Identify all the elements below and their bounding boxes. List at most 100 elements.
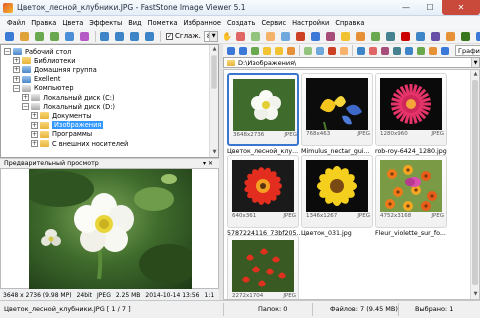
tree-item[interactable]: + Локальный диск (C:) <box>22 93 115 102</box>
chevron-down-icon[interactable]: ▼ <box>471 58 479 67</box>
expand-icon[interactable]: + <box>22 94 29 101</box>
browser-tool-button[interactable] <box>273 46 284 56</box>
chevron-down-icon[interactable]: ▼ <box>209 31 218 41</box>
browser-tool-button[interactable] <box>225 46 236 56</box>
collapse-icon[interactable]: − <box>4 48 11 55</box>
scroll-thumb[interactable] <box>472 80 478 285</box>
toolbar-tool-button[interactable] <box>143 30 156 42</box>
menu-item[interactable]: Справка <box>332 19 367 27</box>
toolbar-tool-button[interactable] <box>309 30 322 42</box>
toolbar-tool-button[interactable] <box>384 30 397 42</box>
scroll-up-icon[interactable]: ▲ <box>211 46 218 53</box>
tree-scrollbar[interactable]: ▲ ▼ <box>209 45 218 157</box>
browser-scrollbar[interactable]: ▲ ▼ <box>470 70 479 299</box>
browser-tool-button[interactable] <box>415 46 426 56</box>
browser-tool-button[interactable] <box>285 46 296 56</box>
zoom-select[interactable]: 8% ▼ <box>203 30 219 42</box>
view-mode-select[interactable]: Графика ▼ <box>455 45 480 56</box>
thumbnail[interactable]: 640x361 JPEG <box>227 155 299 228</box>
toolbar-tool-button[interactable] <box>459 30 472 42</box>
toolbar-tool-button[interactable] <box>429 30 442 42</box>
tree-item[interactable]: + Библиотеки <box>13 56 76 65</box>
thumbnail[interactable]: 3648x2736 JPEG <box>227 73 299 146</box>
toolbar-tool-button[interactable] <box>48 30 61 42</box>
maximize-button[interactable]: ☐ <box>418 0 442 15</box>
browser-tool-button[interactable] <box>391 46 402 56</box>
menu-item[interactable]: Создать <box>224 19 258 27</box>
toolbar-tool-button[interactable] <box>3 30 16 42</box>
close-button[interactable]: ✕ <box>442 0 480 15</box>
browser-tool-button[interactable] <box>326 46 337 56</box>
toolbar-tool-button[interactable] <box>369 30 382 42</box>
expand-icon[interactable]: + <box>31 130 38 138</box>
menu-item[interactable]: Цвета <box>59 19 86 27</box>
hand-tool-button[interactable]: ✋ <box>222 30 232 42</box>
scroll-thumb[interactable] <box>211 55 217 89</box>
browser-tool-button[interactable] <box>439 46 450 56</box>
thumbnail[interactable]: 1280x960 JPEG <box>375 73 447 146</box>
toolbar-tool-button[interactable] <box>249 30 262 42</box>
preview-pin-icon[interactable]: ▾ ✕ <box>203 160 213 167</box>
toolbar-tool-button[interactable] <box>294 30 307 42</box>
thumbnail[interactable]: 4752x3168 JPEG <box>375 155 447 228</box>
tree-item[interactable]: − Рабочий стол <box>4 47 71 56</box>
expand-icon[interactable]: + <box>13 57 20 65</box>
scroll-down-icon[interactable]: ▼ <box>472 291 479 298</box>
toolbar-tool-button[interactable] <box>414 30 427 42</box>
expand-icon[interactable]: + <box>31 140 38 147</box>
tree-item[interactable]: + С внешних носителей <box>31 139 128 148</box>
browser-tool-button[interactable] <box>237 46 248 56</box>
browser-tool-button[interactable] <box>403 46 414 56</box>
thumbnail[interactable]: 768x463 JPEG <box>301 73 373 146</box>
tree-item[interactable]: + Домашняя группа <box>13 65 97 74</box>
menu-item[interactable]: Настройки <box>289 19 332 27</box>
toolbar-tool-button[interactable] <box>474 30 480 42</box>
browser-tool-button[interactable] <box>367 46 378 56</box>
menu-item[interactable]: Файл <box>4 19 28 27</box>
menu-item[interactable]: Правка <box>28 19 59 27</box>
toolbar-tool-button[interactable] <box>339 30 352 42</box>
tree-item[interactable]: + Изображения <box>31 121 104 130</box>
minimize-button[interactable]: — <box>394 0 418 15</box>
thumbnail[interactable]: 2272x1704 JPEG <box>227 235 299 299</box>
browser-tool-button[interactable] <box>249 46 260 56</box>
tree-item[interactable]: − Локальный диск (D:) <box>22 102 115 111</box>
toolbar-tool-button[interactable] <box>98 30 111 42</box>
smooth-checkbox[interactable]: ✓ Сглаж. <box>166 32 201 40</box>
smooth-check-box[interactable]: ✓ <box>166 32 173 40</box>
toolbar-tool-button[interactable] <box>78 30 91 42</box>
menu-item[interactable]: Вид <box>125 19 144 27</box>
menu-item[interactable]: Эффекты <box>86 19 125 27</box>
browser-tool-button[interactable] <box>427 46 438 56</box>
menu-item[interactable]: Сервис <box>258 19 289 27</box>
menu-item[interactable]: Избранное <box>181 19 224 27</box>
toolbar-tool-button[interactable] <box>234 30 247 42</box>
tree-item[interactable]: + Программы <box>31 130 92 139</box>
tree-item[interactable]: + Exellent <box>13 75 60 84</box>
expand-icon[interactable]: + <box>31 121 38 129</box>
menu-item[interactable]: Пометка <box>145 19 181 27</box>
toolbar-tool-button[interactable] <box>279 30 292 42</box>
scroll-up-icon[interactable]: ▲ <box>472 71 479 78</box>
browser-tool-button[interactable] <box>355 46 366 56</box>
toolbar-tool-button[interactable] <box>444 30 457 42</box>
toolbar-tool-button[interactable] <box>399 30 412 42</box>
expand-icon[interactable]: + <box>31 112 38 120</box>
thumbnail[interactable]: 1346x1267 JPEG <box>301 155 373 228</box>
browser-tool-button[interactable] <box>338 46 349 56</box>
tree-item[interactable]: + Документы <box>31 111 91 120</box>
toolbar-tool-button[interactable] <box>113 30 126 42</box>
toolbar-tool-button[interactable] <box>264 30 277 42</box>
browser-tool-button[interactable] <box>379 46 390 56</box>
collapse-icon[interactable]: − <box>22 103 29 111</box>
toolbar-tool-button[interactable] <box>324 30 337 42</box>
toolbar-tool-button[interactable] <box>354 30 367 42</box>
toolbar-tool-button[interactable] <box>128 30 141 42</box>
collapse-icon[interactable]: − <box>13 84 20 92</box>
expand-icon[interactable]: + <box>13 75 20 83</box>
browser-tool-button[interactable] <box>314 46 325 56</box>
toolbar-tool-button[interactable] <box>18 30 31 42</box>
expand-icon[interactable]: + <box>13 66 20 74</box>
browser-tool-button[interactable] <box>302 46 313 56</box>
scroll-down-icon[interactable]: ▼ <box>211 149 218 156</box>
